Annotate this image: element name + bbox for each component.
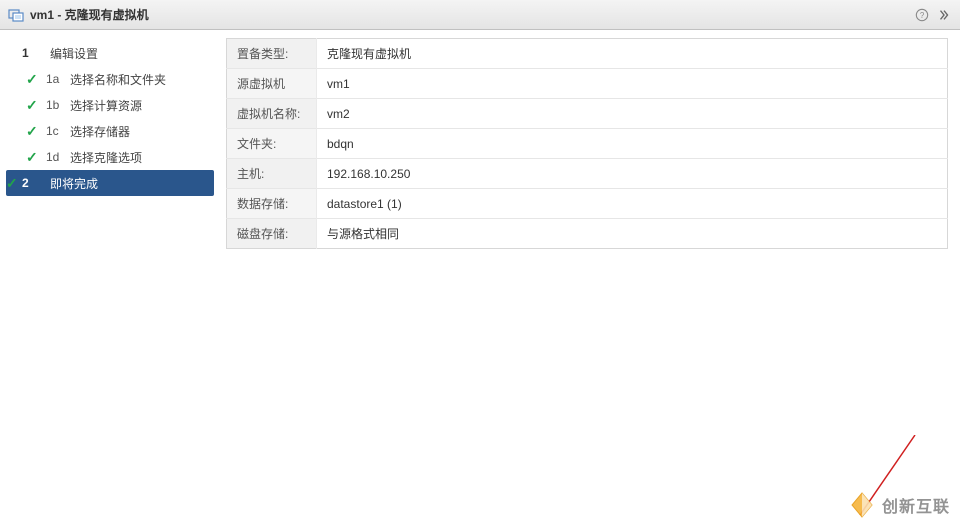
row-value: bdqn [317,129,948,159]
table-row: 置备类型: 克隆现有虚拟机 [227,39,948,69]
content: ✓ 1 编辑设置 ✓ 1a 选择名称和文件夹 ✓ 1b 选择计算资源 ✓ 1c … [0,30,960,525]
step-number: 2 [22,176,50,190]
table-row: 磁盘存储: 与源格式相同 [227,219,948,249]
row-key: 源虚拟机 [227,69,317,99]
table-row: 源虚拟机 vm1 [227,69,948,99]
vm-icon [8,7,24,23]
wizard-steps: ✓ 1 编辑设置 ✓ 1a 选择名称和文件夹 ✓ 1b 选择计算资源 ✓ 1c … [0,30,220,525]
step-1-edit-settings[interactable]: ✓ 1 编辑设置 [0,40,220,66]
table-row: 主机: 192.168.10.250 [227,159,948,189]
step-label: 编辑设置 [50,45,98,62]
step-label: 选择名称和文件夹 [70,71,166,88]
check-icon: ✓ [6,45,22,62]
step-1a-select-name[interactable]: ✓ 1a 选择名称和文件夹 [0,66,220,92]
window-title: vm1 - 克隆现有虚拟机 [30,6,149,23]
table-row: 数据存储: datastore1 (1) [227,189,948,219]
summary-panel: 置备类型: 克隆现有虚拟机 源虚拟机 vm1 虚拟机名称: vm2 文件夹: b… [220,30,960,525]
step-number: 1a [42,72,70,86]
step-label: 选择计算资源 [70,97,142,114]
titlebar: vm1 - 克隆现有虚拟机 ? [0,0,960,30]
help-icon[interactable]: ? [914,7,930,23]
row-value: datastore1 (1) [317,189,948,219]
check-icon: ✓ [26,149,42,166]
step-number: 1 [22,46,50,60]
step-number: 1d [42,150,70,164]
row-key: 虚拟机名称: [227,99,317,129]
step-number: 1b [42,98,70,112]
step-2-ready-to-complete[interactable]: ✓ 2 即将完成 [6,170,214,196]
check-icon: ✓ [6,175,22,192]
row-key: 数据存储: [227,189,317,219]
step-1b-select-compute[interactable]: ✓ 1b 选择计算资源 [0,92,220,118]
svg-text:?: ? [920,11,925,20]
step-label: 即将完成 [50,175,98,192]
row-value: vm1 [317,69,948,99]
expand-icon[interactable] [936,7,952,23]
watermark-text: 创新互联 [882,493,950,517]
step-label: 选择存储器 [70,123,130,140]
step-1c-select-storage[interactable]: ✓ 1c 选择存储器 [0,118,220,144]
step-number: 1c [42,124,70,138]
row-key: 磁盘存储: [227,219,317,249]
row-key: 文件夹: [227,129,317,159]
step-1d-clone-options[interactable]: ✓ 1d 选择克隆选项 [0,144,220,170]
check-icon: ✓ [26,71,42,88]
watermark: 创新互联 [848,491,950,519]
row-value: 192.168.10.250 [317,159,948,189]
step-label: 选择克隆选项 [70,149,142,166]
row-value: vm2 [317,99,948,129]
row-value: 克隆现有虚拟机 [317,39,948,69]
table-row: 文件夹: bdqn [227,129,948,159]
row-key: 主机: [227,159,317,189]
row-key: 置备类型: [227,39,317,69]
check-icon: ✓ [26,123,42,140]
row-value: 与源格式相同 [317,219,948,249]
check-icon: ✓ [26,97,42,114]
titlebar-actions: ? [914,7,952,23]
watermark-logo-icon [848,491,876,519]
summary-table: 置备类型: 克隆现有虚拟机 源虚拟机 vm1 虚拟机名称: vm2 文件夹: b… [226,38,948,249]
table-row: 虚拟机名称: vm2 [227,99,948,129]
